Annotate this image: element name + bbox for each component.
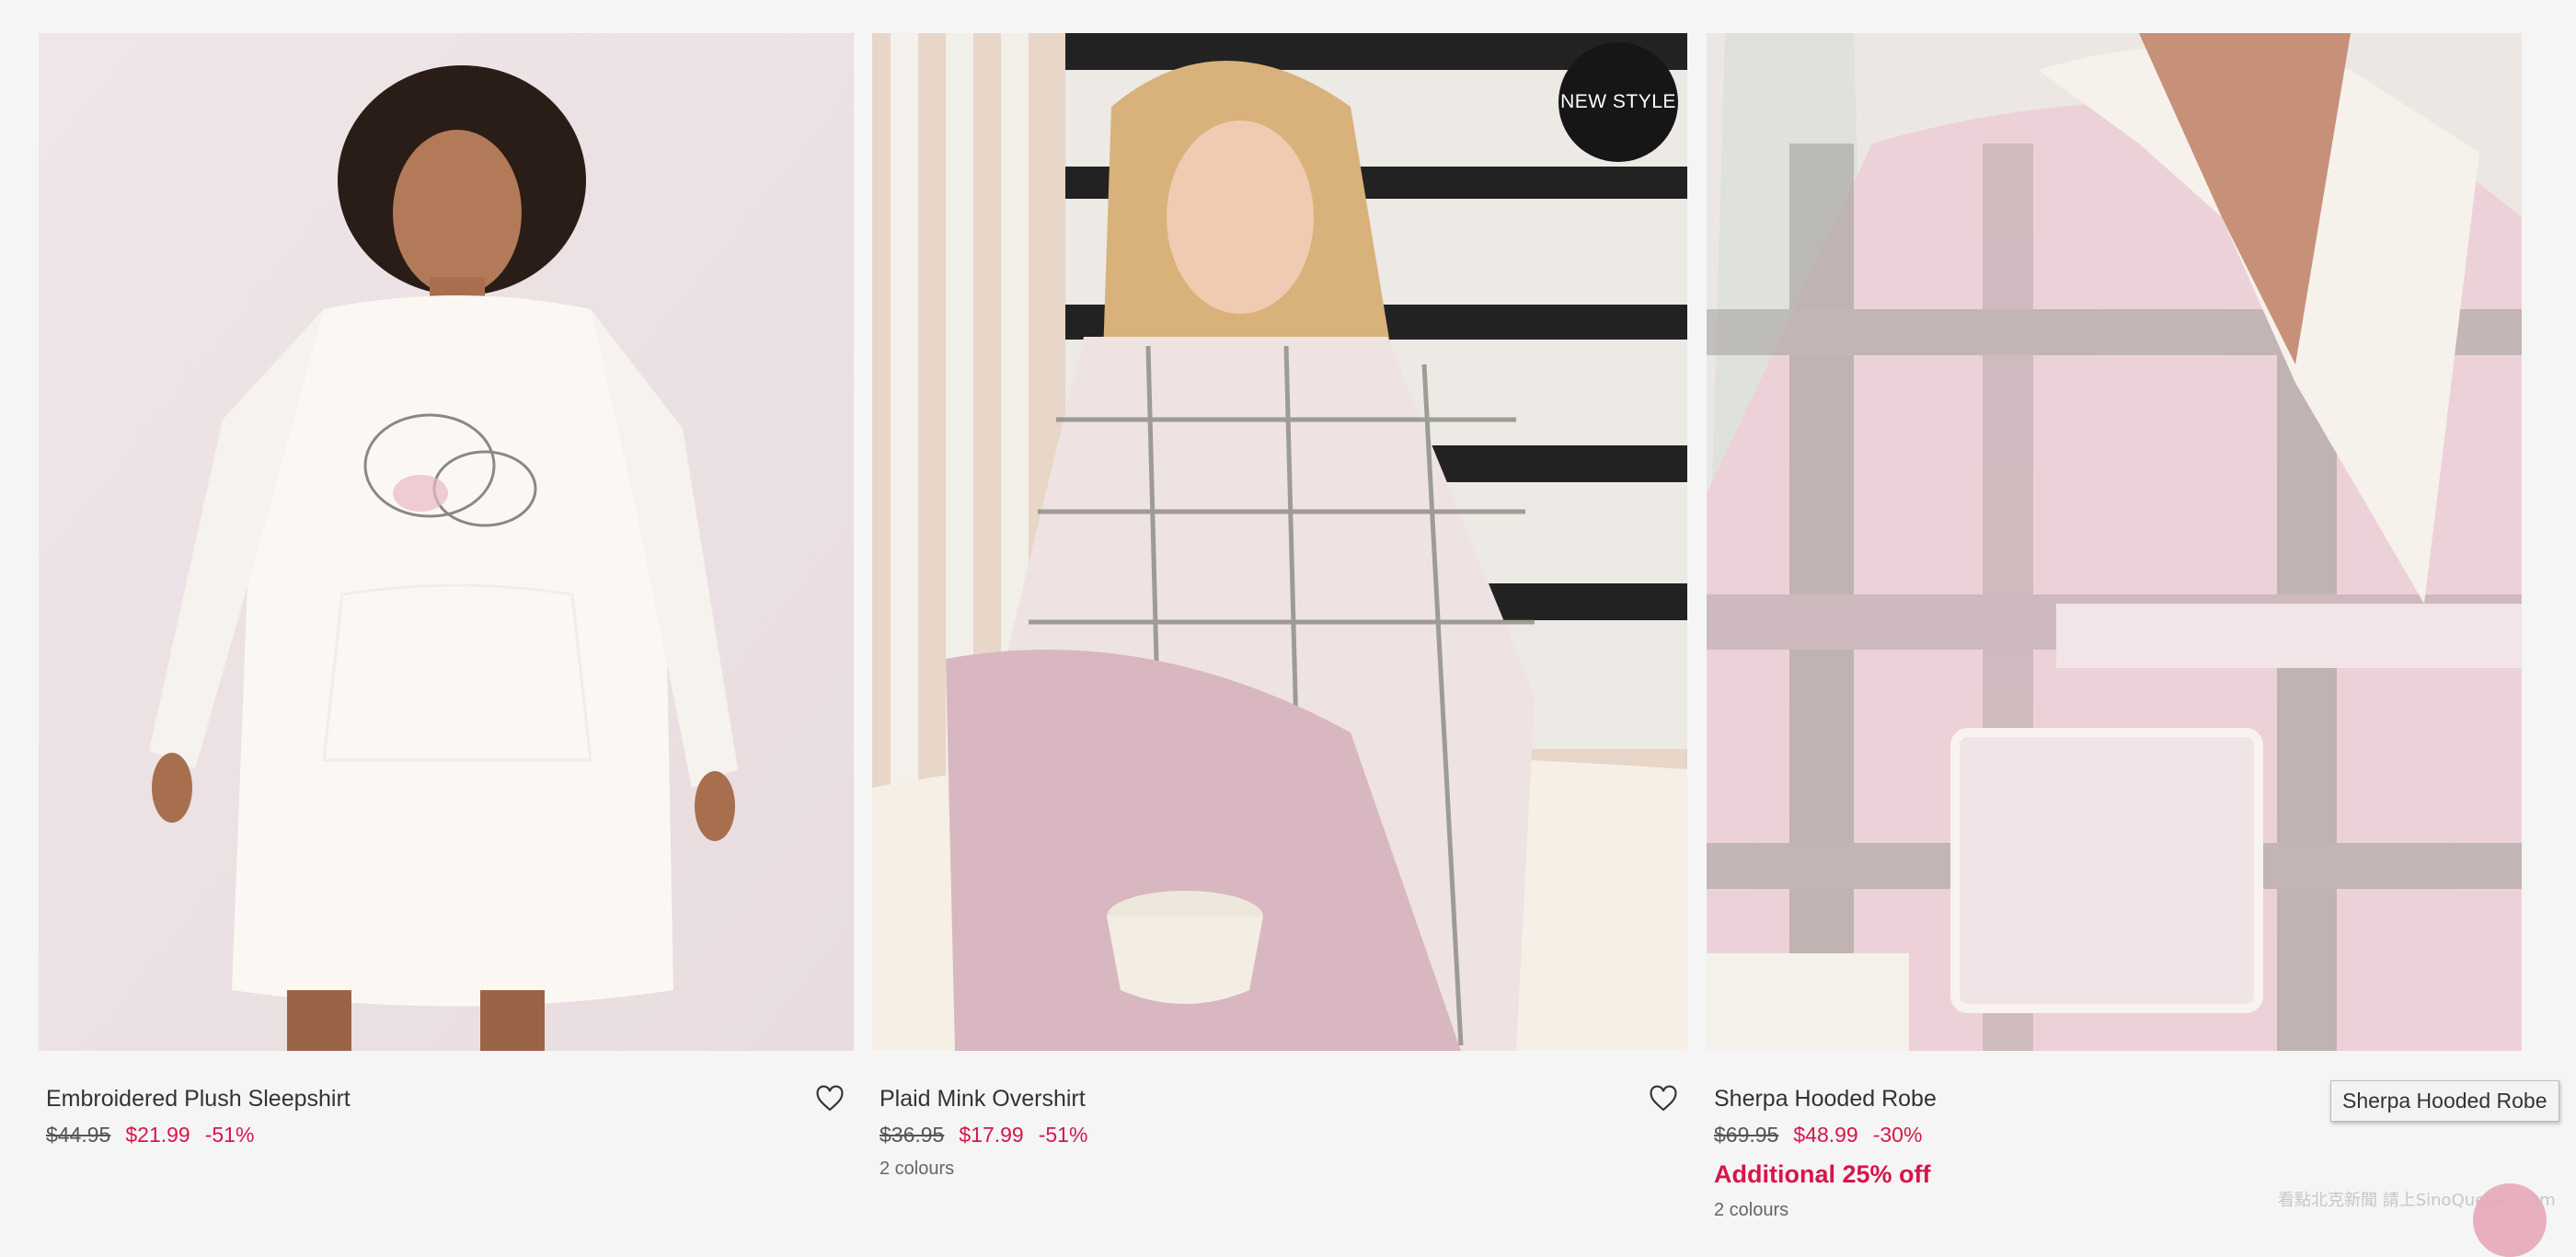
discount-percent: -30% <box>1872 1123 1923 1147</box>
heart-icon[interactable] <box>813 1082 846 1115</box>
price-row: $44.95 $21.99 -51% <box>46 1123 846 1147</box>
hover-tooltip: Sherpa Hooded Robe <box>2330 1080 2559 1122</box>
robe-photo <box>1707 33 2522 1051</box>
product-card[interactable]: Sherpa Hooded Robe $69.95 $48.99 -30% Ad… <box>1707 33 2522 1221</box>
chat-bubble-icon[interactable] <box>2473 1183 2547 1257</box>
discount-percent: -51% <box>1038 1123 1088 1147</box>
sale-price: $17.99 <box>959 1123 1024 1147</box>
original-price: $36.95 <box>880 1123 945 1147</box>
product-grid: Embroidered Plush Sleepshirt $44.95 $21.… <box>0 0 2576 1220</box>
sleepshirt-photo <box>39 33 854 1051</box>
product-image[interactable]: NEW STYLE <box>872 33 1687 1051</box>
discount-percent: -51% <box>204 1123 255 1147</box>
heart-icon[interactable] <box>1647 1082 1680 1115</box>
product-name[interactable]: Sherpa Hooded Robe <box>1714 1086 1937 1113</box>
new-style-badge: NEW STYLE <box>1558 42 1678 162</box>
original-price: $69.95 <box>1714 1123 1779 1147</box>
price-row: $36.95 $17.99 -51% <box>880 1123 1680 1147</box>
promo-label: Additional 25% off <box>1714 1160 1931 1188</box>
colour-count[interactable]: 2 colours <box>880 1159 1680 1180</box>
price-row: $69.95 $48.99 -30% <box>1714 1123 2514 1147</box>
product-card[interactable]: Embroidered Plush Sleepshirt $44.95 $21.… <box>39 33 854 1147</box>
overshirt-photo <box>872 33 1687 1051</box>
product-name[interactable]: Plaid Mink Overshirt <box>880 1086 1086 1113</box>
sale-price: $21.99 <box>125 1123 190 1147</box>
product-name[interactable]: Embroidered Plush Sleepshirt <box>46 1086 351 1113</box>
sale-price: $48.99 <box>1793 1123 1858 1147</box>
product-image[interactable] <box>39 33 854 1051</box>
product-image[interactable] <box>1707 33 2522 1051</box>
original-price: $44.95 <box>46 1123 111 1147</box>
product-card[interactable]: NEW STYLE Plaid Mink Overshirt $36.95 $1… <box>872 33 1687 1180</box>
